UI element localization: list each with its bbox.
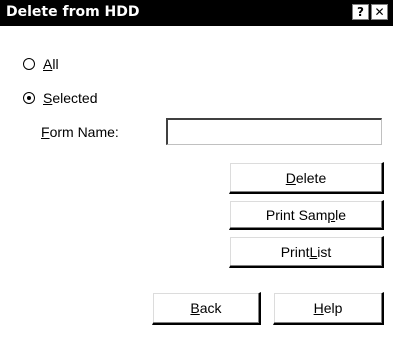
help-question-button[interactable]: ? bbox=[352, 4, 369, 20]
help-button-label: Help bbox=[313, 300, 343, 316]
close-icon: ✕ bbox=[374, 5, 385, 19]
print-list-button-label: Print List bbox=[280, 244, 332, 260]
radio-selected[interactable]: Selected bbox=[23, 90, 98, 106]
dialog-body: All Selected Form Name: Delete Print Sam… bbox=[3, 26, 393, 344]
delete-button[interactable]: Delete bbox=[229, 162, 384, 194]
back-button-label: Back bbox=[190, 300, 222, 316]
radio-selected-circle[interactable] bbox=[23, 92, 35, 104]
delete-from-hdd-dialog: Delete from HDD ? ✕ All Selected Form Na… bbox=[0, 0, 393, 347]
radio-dot-icon bbox=[27, 96, 31, 100]
form-name-input[interactable] bbox=[166, 118, 382, 145]
form-name-label: Form Name: bbox=[41, 124, 119, 140]
radio-all-circle[interactable] bbox=[23, 58, 35, 70]
back-button[interactable]: Back bbox=[152, 292, 261, 325]
radio-selected-label: Selected bbox=[43, 90, 98, 106]
title-bar: Delete from HDD ? ✕ bbox=[0, 0, 393, 26]
close-button[interactable]: ✕ bbox=[371, 4, 388, 20]
print-sample-button[interactable]: Print Sample bbox=[229, 200, 384, 230]
print-sample-button-label: Print Sample bbox=[265, 207, 347, 223]
dialog-title: Delete from HDD bbox=[6, 4, 140, 20]
help-button[interactable]: Help bbox=[273, 292, 384, 325]
question-icon: ? bbox=[357, 5, 364, 19]
radio-all[interactable]: All bbox=[23, 56, 59, 72]
print-list-button[interactable]: Print List bbox=[229, 236, 384, 268]
delete-button-label: Delete bbox=[285, 170, 327, 186]
radio-all-label: All bbox=[43, 56, 59, 72]
